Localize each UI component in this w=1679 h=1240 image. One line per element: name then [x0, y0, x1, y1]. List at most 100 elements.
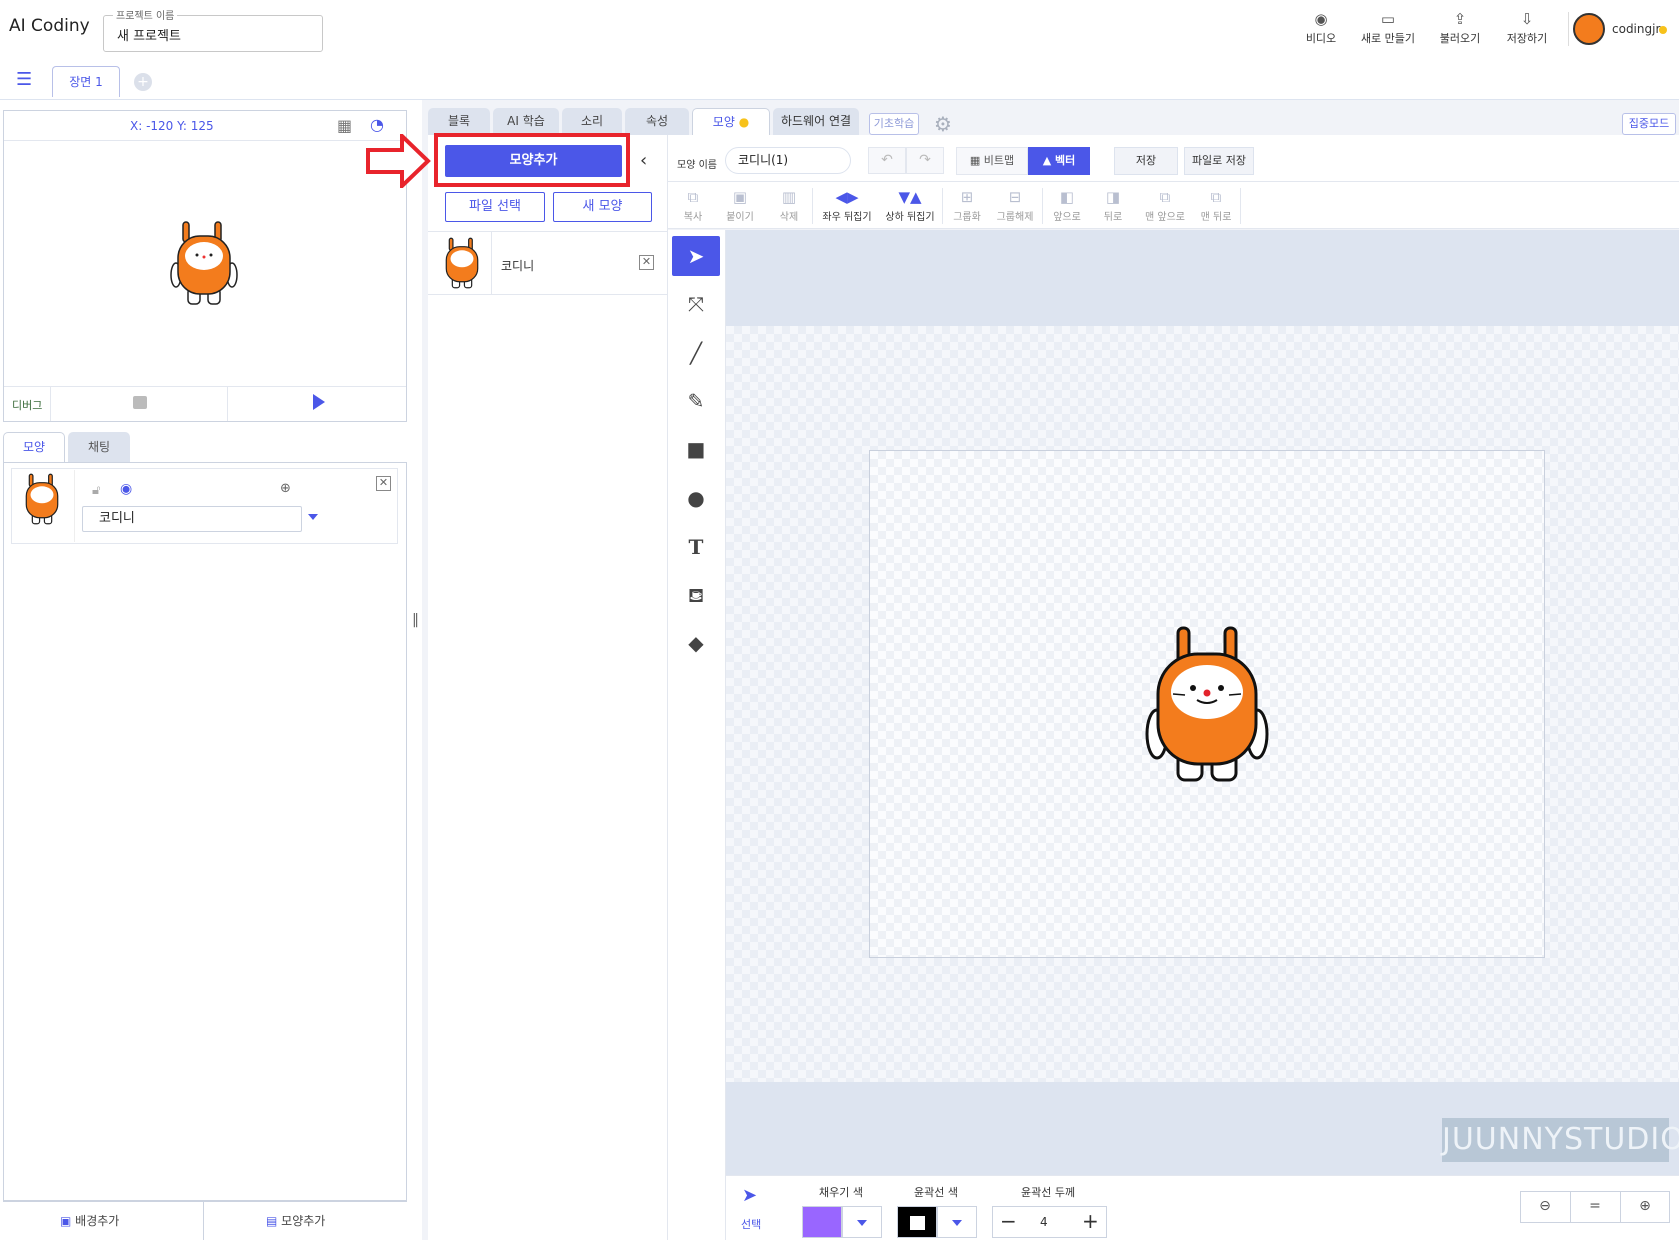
send-to-back-button[interactable]: ⧉ 맨 뒤로: [1196, 186, 1236, 226]
tab-chat[interactable]: 채팅: [68, 432, 130, 462]
username[interactable]: codingjr: [1612, 22, 1660, 36]
video-button[interactable]: ◉ 비디오: [1291, 10, 1351, 50]
panel-resize-handle[interactable]: ‖: [412, 612, 419, 628]
redo-button[interactable]: ↷: [906, 147, 944, 174]
trash-icon: ▥: [781, 188, 797, 206]
tab-properties[interactable]: 속성: [625, 108, 689, 135]
backward-button[interactable]: ◨ 뒤로: [1096, 186, 1130, 226]
scene-tab-1[interactable]: 장면 1: [52, 66, 120, 97]
stroke-color-dropdown[interactable]: [937, 1206, 977, 1238]
delete-object-icon[interactable]: ✕: [376, 476, 391, 491]
fill-color-dropdown[interactable]: [842, 1206, 882, 1238]
front-icon: ⧉: [1159, 188, 1171, 206]
tab-shape[interactable]: 모양 ●: [692, 108, 770, 135]
lightbulb-icon: ●: [734, 115, 750, 129]
decrease-width-button[interactable]: −: [1000, 1206, 1017, 1236]
delete-button[interactable]: ▥ 삭제: [772, 186, 806, 226]
brush-icon: ✎: [687, 389, 705, 413]
basic-learning-button[interactable]: 기초학습: [869, 113, 919, 135]
rectangle-tool[interactable]: ■: [672, 429, 720, 469]
gear-icon[interactable]: ⚙: [934, 112, 952, 136]
gift-icon: ▤: [266, 1214, 282, 1228]
line-tool[interactable]: ╱: [672, 333, 720, 373]
circle-tool[interactable]: ●: [672, 478, 720, 518]
save-project-button[interactable]: ⇩ 저장하기: [1497, 10, 1557, 50]
reshape-tool[interactable]: ⤧: [672, 284, 720, 324]
paste-button[interactable]: ▣ 붙이기: [721, 186, 759, 226]
flip-vertical-button[interactable]: ▼▲ 상하 뒤집기: [880, 186, 940, 226]
highlight-arrow: [366, 134, 431, 188]
speed-gauge-icon[interactable]: ◔: [370, 115, 390, 135]
group-button[interactable]: ⊞ 그룹화: [949, 186, 985, 226]
bitmap-icon: ▦: [969, 154, 984, 167]
toolbar-separator: [812, 188, 813, 224]
ungroup-button[interactable]: ⊟ 그룹해제: [992, 186, 1038, 226]
tab-sound[interactable]: 소리: [562, 108, 622, 135]
increase-width-button[interactable]: +: [1082, 1206, 1099, 1236]
add-background-label: 배경추가: [75, 1214, 120, 1228]
tab-shape-label: 모양: [712, 115, 735, 129]
undo-button[interactable]: ↶: [868, 147, 906, 174]
forward-icon: ◧: [1059, 188, 1075, 206]
select-tool[interactable]: ➤: [672, 236, 720, 276]
bring-to-front-button[interactable]: ⧉ 맨 앞으로: [1141, 186, 1189, 226]
vector-mode-button[interactable]: ▲ 벡터: [1028, 147, 1090, 175]
stage-divider: [4, 140, 406, 141]
eye-icon[interactable]: ◉: [120, 481, 132, 497]
stroke-width-value[interactable]: 4: [1040, 1215, 1048, 1229]
canvas-character[interactable]: [1143, 624, 1271, 784]
tab-object-shape[interactable]: 모양: [3, 432, 65, 462]
copy-label: 복사: [683, 212, 703, 223]
new-shape-button[interactable]: 새 모양: [553, 192, 652, 222]
save-shape-button[interactable]: 저장: [1114, 147, 1178, 175]
shape-name-input[interactable]: 코디니(1): [725, 147, 851, 174]
tab-hardware[interactable]: 하드웨어 연결: [773, 108, 859, 135]
brush-tool[interactable]: ✎: [672, 381, 720, 421]
stroke-color-swatch[interactable]: [897, 1206, 937, 1238]
collapse-arrow-icon[interactable]: ‹: [640, 150, 647, 171]
project-name-value[interactable]: 새 프로젝트: [117, 25, 181, 44]
new-file-icon: ▭: [1380, 10, 1396, 28]
delete-costume-icon[interactable]: ✕: [639, 255, 654, 270]
menu-list-icon[interactable]: ☰: [16, 71, 36, 89]
rotation-icon[interactable]: ⊕: [280, 481, 291, 496]
grid-icon[interactable]: ▦: [337, 117, 357, 135]
video-label: 비디오: [1305, 32, 1337, 45]
eraser-tool[interactable]: ◆: [672, 623, 720, 663]
add-background-button[interactable]: ▣ 배경추가: [60, 1212, 119, 1229]
tab-ai-learning[interactable]: AI 학습: [493, 108, 559, 135]
save-project-label: 저장하기: [1506, 32, 1548, 45]
video-icon: ◉: [1314, 10, 1328, 28]
delete-label: 삭제: [779, 212, 799, 223]
zoom-reset-button[interactable]: =: [1570, 1191, 1620, 1223]
copy-button[interactable]: ⧉ 복사: [676, 186, 710, 226]
stroke-width-label: 윤곽선 두께: [1021, 1186, 1076, 1199]
flip-horizontal-button[interactable]: ◀▶ 좌우 뒤집기: [817, 186, 877, 226]
add-shape-bottom-button[interactable]: ▤ 모양추가: [266, 1212, 325, 1229]
bitmap-label: 비트맵: [983, 154, 1015, 167]
object-dropdown-icon[interactable]: [308, 514, 318, 520]
play-button[interactable]: [313, 394, 325, 410]
object-name-field[interactable]: 코디니: [82, 506, 302, 532]
stage-character-sprite[interactable]: [168, 220, 240, 306]
new-file-button[interactable]: ▭ 새로 만들기: [1349, 10, 1427, 50]
file-select-button[interactable]: 파일 선택: [445, 192, 545, 222]
stop-button[interactable]: [133, 396, 147, 409]
lock-icon[interactable]: 🔓︎: [92, 483, 100, 498]
fill-tool[interactable]: ⛾: [672, 575, 720, 615]
save-to-file-button[interactable]: 파일로 저장: [1184, 147, 1254, 175]
debug-button[interactable]: 디버그: [12, 397, 42, 413]
zoom-out-button[interactable]: ⊖: [1520, 1191, 1570, 1223]
bitmap-mode-button[interactable]: ▦ 비트맵: [956, 147, 1028, 175]
tab-blocks[interactable]: 블록: [428, 108, 490, 135]
focus-mode-button[interactable]: 집중모드: [1622, 113, 1676, 135]
add-scene-button[interactable]: +: [134, 73, 152, 91]
user-avatar[interactable]: [1573, 13, 1605, 45]
scene-bar: [0, 62, 1679, 100]
object-card-divider: [74, 470, 75, 542]
forward-button[interactable]: ◧ 앞으로: [1049, 186, 1085, 226]
load-button[interactable]: ⇪ 불러오기: [1430, 10, 1490, 50]
text-tool[interactable]: T: [672, 527, 720, 567]
fill-color-swatch[interactable]: [802, 1206, 842, 1238]
zoom-in-button[interactable]: ⊕: [1620, 1191, 1670, 1223]
